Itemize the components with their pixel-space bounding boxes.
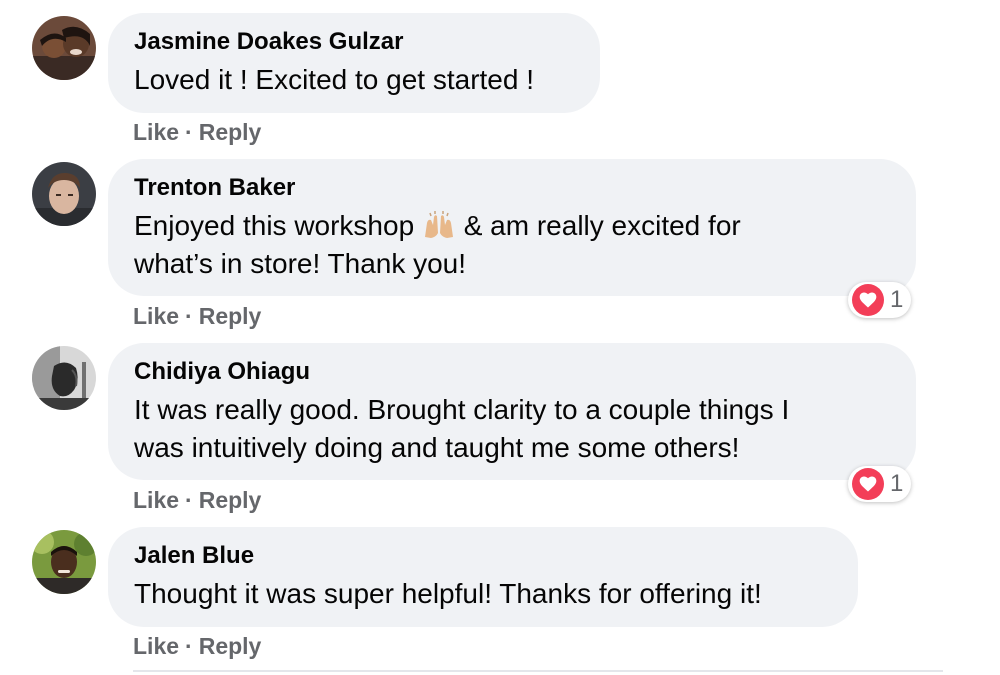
reply-button[interactable]: Reply bbox=[199, 119, 262, 145]
comment-text: It was really good. Brought clarity to a… bbox=[134, 394, 790, 463]
action-separator: · bbox=[185, 119, 193, 145]
comment-author[interactable]: Jasmine Doakes Gulzar bbox=[134, 27, 574, 57]
comment-author[interactable]: Trenton Baker bbox=[134, 173, 890, 203]
comment-actions: Like · Reply bbox=[133, 486, 261, 514]
action-separator: · bbox=[185, 487, 193, 513]
comment-actions: Like · Reply bbox=[133, 632, 261, 660]
like-button[interactable]: Like bbox=[133, 119, 179, 145]
heart-icon bbox=[852, 468, 884, 500]
reply-button[interactable]: Reply bbox=[199, 633, 262, 659]
avatar[interactable] bbox=[32, 530, 96, 594]
avatar-photo bbox=[32, 530, 96, 594]
comment-bubble: Trenton Baker Enjoyed this workshop & am… bbox=[108, 159, 916, 296]
raising-hands-emoji-icon bbox=[422, 211, 456, 239]
heart-icon bbox=[852, 284, 884, 316]
comment-text: Enjoyed this workshop & am really excite… bbox=[134, 207, 890, 283]
comment-bubble: Chidiya Ohiagu It was really good. Broug… bbox=[108, 343, 916, 480]
action-separator: · bbox=[185, 303, 193, 329]
avatar-photo bbox=[32, 16, 96, 80]
avatar[interactable] bbox=[32, 16, 96, 80]
avatar-photo bbox=[32, 346, 96, 410]
avatar[interactable] bbox=[32, 162, 96, 226]
like-button[interactable]: Like bbox=[133, 487, 179, 513]
like-button[interactable]: Like bbox=[133, 303, 179, 329]
comment-text: Thought it was super helpful! Thanks for… bbox=[134, 578, 762, 609]
reply-button[interactable]: Reply bbox=[199, 303, 262, 329]
comment-text: Loved it ! Excited to get started ! bbox=[134, 64, 534, 95]
action-separator: · bbox=[185, 633, 193, 659]
reply-button[interactable]: Reply bbox=[199, 487, 262, 513]
reaction-count: 1 bbox=[890, 286, 904, 313]
reaction-count: 1 bbox=[890, 470, 904, 497]
comment-actions: Like · Reply bbox=[133, 302, 261, 330]
avatar-photo bbox=[32, 162, 96, 226]
reaction-badge[interactable]: 1 bbox=[848, 466, 912, 502]
comment-bubble: Jalen Blue Thought it was super helpful!… bbox=[108, 527, 858, 627]
reaction-badge[interactable]: 1 bbox=[848, 282, 912, 318]
comment-author[interactable]: Jalen Blue bbox=[134, 541, 832, 571]
like-button[interactable]: Like bbox=[133, 633, 179, 659]
comment-text-start: Enjoyed this workshop bbox=[134, 210, 422, 241]
comment-actions: Like · Reply bbox=[133, 118, 261, 146]
avatar[interactable] bbox=[32, 346, 96, 410]
comment-bubble: Jasmine Doakes Gulzar Loved it ! Excited… bbox=[108, 13, 600, 113]
next-comment-edge bbox=[133, 670, 943, 672]
comment-author[interactable]: Chidiya Ohiagu bbox=[134, 357, 890, 387]
